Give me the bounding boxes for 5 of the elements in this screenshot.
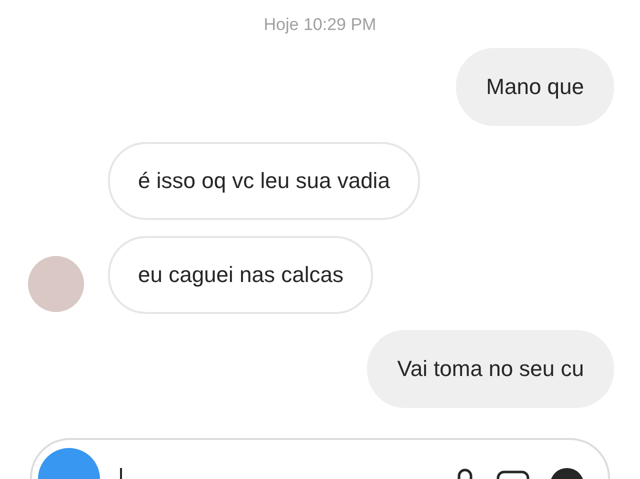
message-bubble: eu caguei nas calcas bbox=[108, 236, 374, 314]
message-bubble: Mano que bbox=[456, 48, 614, 126]
message-bubble: é isso oq vc leu sua vadia bbox=[108, 142, 420, 220]
timestamp: Hoje 10:29 PM bbox=[264, 14, 376, 36]
message-bubble: Vai toma no seu cu bbox=[367, 330, 614, 408]
